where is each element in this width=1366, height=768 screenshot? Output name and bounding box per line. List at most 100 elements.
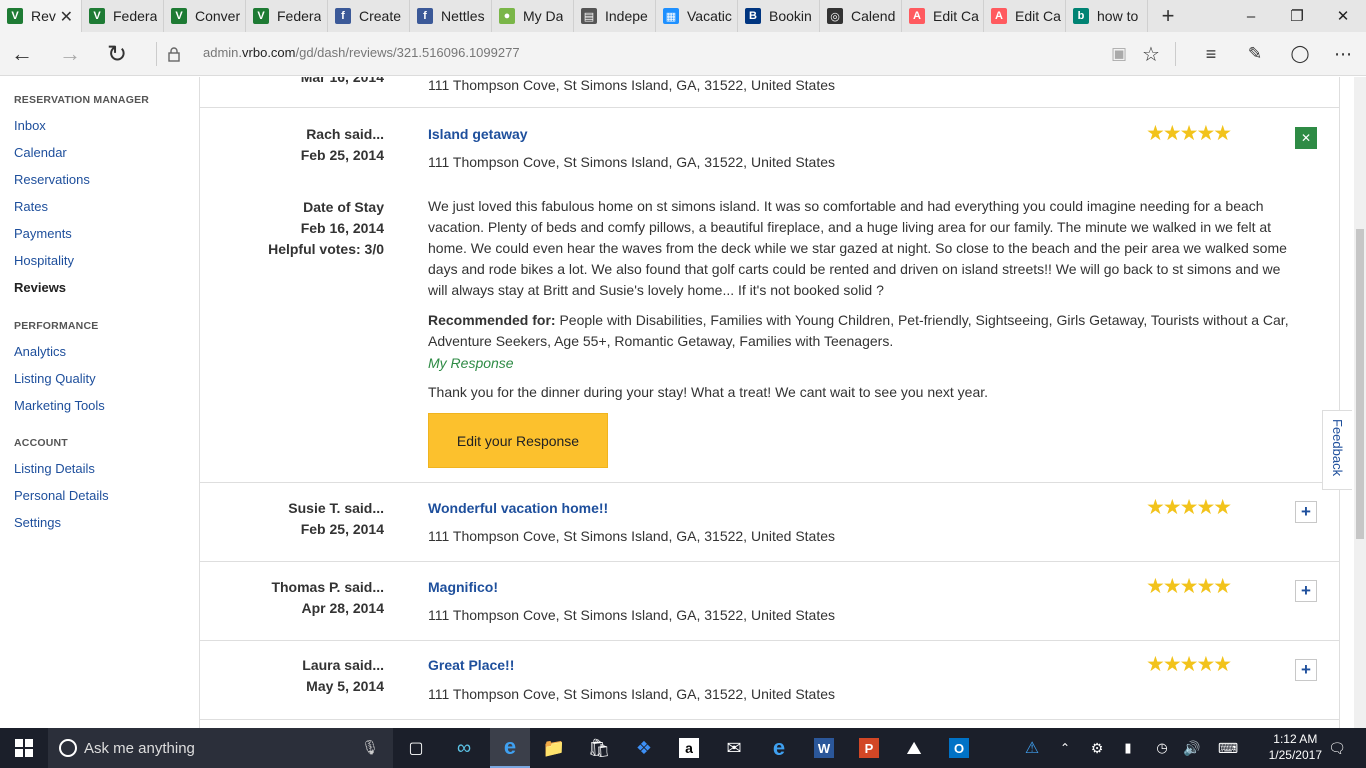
sidebar-item-settings[interactable]: Settings	[14, 515, 61, 530]
store-icon[interactable]: 🛍	[581, 728, 617, 768]
browser-tab[interactable]: A Edit Ca	[984, 0, 1066, 32]
powerpoint-icon[interactable]: P	[851, 728, 887, 768]
browser-tab[interactable]: B Bookin	[738, 0, 820, 32]
helpful-votes: Helpful votes: 3/0	[268, 241, 384, 257]
browser-tab[interactable]: f Nettles	[410, 0, 492, 32]
show-hidden-icons-icon[interactable]: ⌃	[1054, 728, 1076, 768]
minimize-button[interactable]: –	[1228, 0, 1274, 32]
url-path: /gd/dash/reviews/321.516096.1099277	[295, 45, 520, 60]
browser-tab[interactable]: ● My Da	[492, 0, 574, 32]
task-view-icon[interactable]: ▢	[398, 728, 434, 768]
page-scrollbar[interactable]	[1354, 77, 1366, 728]
date-of-stay-label: Date of Stay	[303, 199, 384, 215]
forward-icon[interactable]: →	[56, 40, 84, 68]
back-icon[interactable]: ←	[8, 40, 36, 68]
sidebar-item-analytics[interactable]: Analytics	[14, 344, 66, 359]
sidebar-item-listing-quality[interactable]: Listing Quality	[14, 371, 96, 386]
browser-tab[interactable]: A Edit Ca	[902, 0, 984, 32]
microphone-icon[interactable]: 🎙	[361, 739, 379, 756]
divider	[1175, 42, 1176, 66]
expand-button[interactable]: +	[1295, 501, 1317, 523]
sidebar-item-listing-details[interactable]: Listing Details	[14, 461, 95, 476]
close-tab-icon[interactable]: ✕	[60, 7, 73, 27]
sidebar-item-reviews[interactable]: Reviews	[14, 280, 66, 295]
hub-icon[interactable]: ≡	[1197, 40, 1225, 68]
amazon-icon[interactable]: a	[671, 728, 707, 768]
edit-response-button[interactable]: Edit your Response	[428, 413, 608, 468]
wifi-icon[interactable]: ◷	[1150, 728, 1174, 768]
restore-button[interactable]: ❐	[1274, 0, 1320, 32]
divider	[156, 42, 157, 66]
update-warning-icon[interactable]: ⚠	[1016, 728, 1048, 768]
refresh-icon[interactable]: ↻	[103, 40, 131, 68]
infinity-app-icon[interactable]: ∞	[446, 728, 482, 768]
feedback-tab[interactable]: Feedback	[1322, 410, 1352, 490]
sidebar-item-personal-details[interactable]: Personal Details	[14, 488, 109, 503]
internet-explorer-icon[interactable]: e	[761, 728, 797, 768]
recommended-for: Recommended for: People with Disabilitie…	[428, 310, 1298, 352]
expand-button[interactable]: +	[1295, 580, 1317, 602]
keyboard-icon[interactable]: ⌨	[1214, 728, 1242, 768]
sidebar-item-hospitality[interactable]: Hospitality	[14, 253, 74, 268]
review-title[interactable]: Island getaway	[428, 126, 528, 142]
browser-tab[interactable]: ◎ Calend	[820, 0, 902, 32]
photos-icon[interactable]: ⛰	[896, 728, 932, 768]
edge-browser-icon[interactable]: e	[490, 728, 530, 768]
divider	[200, 640, 1339, 641]
vrbo-icon: V	[89, 8, 105, 24]
sidebar-item-calendar[interactable]: Calendar	[14, 145, 67, 160]
tab-title: Indepe	[605, 8, 648, 24]
new-tab-button[interactable]: +	[1148, 0, 1188, 32]
dropbox-icon[interactable]: ❖	[626, 728, 662, 768]
browser-tab[interactable]: b how to	[1066, 0, 1148, 32]
browser-tab[interactable]: V Federa	[82, 0, 164, 32]
sidebar-item-rates[interactable]: Rates	[14, 199, 48, 214]
scrollbar-thumb[interactable]	[1356, 229, 1364, 539]
sidebar-item-reservations[interactable]: Reservations	[14, 172, 90, 187]
divider	[200, 482, 1339, 483]
browser-tab[interactable]: ▤ Indepe	[574, 0, 656, 32]
sidebar-item-payments[interactable]: Payments	[14, 226, 72, 241]
file-explorer-icon[interactable]: 📁	[536, 728, 572, 768]
reading-view-icon[interactable]: ▣	[1105, 40, 1133, 68]
system-clock[interactable]: 1:12 AM 1/25/2017	[1269, 731, 1322, 763]
facebook-icon: f	[335, 8, 351, 24]
gear-icon[interactable]: ⚙	[1085, 728, 1109, 768]
address-bar[interactable]: admin.vrbo.com/gd/dash/reviews/321.51609…	[203, 45, 520, 60]
share-icon[interactable]: ◯	[1286, 40, 1314, 68]
date-of-stay: Feb 16, 2014	[300, 220, 384, 236]
browser-tab[interactable]: V Federa	[246, 0, 328, 32]
section-reservation-manager: RESERVATION MANAGER	[14, 94, 150, 106]
browser-tab[interactable]: ▦ Vacatic	[656, 0, 738, 32]
reviewer-name: Laura said...	[302, 657, 384, 673]
notifications-icon[interactable]: 🗨	[1322, 728, 1352, 768]
web-note-icon[interactable]: ✎	[1241, 40, 1269, 68]
volume-icon[interactable]: 🔊	[1180, 728, 1204, 768]
sidebar-item-marketing-tools[interactable]: Marketing Tools	[14, 398, 105, 413]
sidebar-item-inbox[interactable]: Inbox	[14, 118, 46, 133]
expand-button[interactable]: +	[1295, 659, 1317, 681]
windows-start-icon[interactable]	[0, 728, 48, 768]
browser-tab[interactable]: V Conver	[164, 0, 246, 32]
divider	[200, 107, 1339, 108]
section-performance: PERFORMANCE	[14, 320, 99, 332]
review-title[interactable]: Great Place!!	[428, 657, 514, 673]
bing-icon: b	[1073, 8, 1089, 24]
review-date: Mar 16, 2014	[300, 77, 384, 85]
close-window-button[interactable]: ✕	[1320, 0, 1366, 32]
my-response-label: My Response	[428, 355, 514, 371]
more-icon[interactable]: ⋯	[1329, 40, 1357, 68]
mail-icon[interactable]: ✉	[716, 728, 752, 768]
favorite-star-icon[interactable]: ☆	[1137, 40, 1165, 68]
collapse-button[interactable]: ✕	[1295, 127, 1317, 149]
review-title[interactable]: Magnifico!	[428, 579, 498, 595]
browser-tab[interactable]: f Create	[328, 0, 410, 32]
browser-tab[interactable]: V Rev ✕	[0, 0, 82, 32]
review-date: Feb 25, 2014	[300, 521, 384, 537]
tab-bar: V Rev ✕ V Federa V Conver V Federa f Create f Nettle…	[0, 0, 1366, 32]
outlook-icon[interactable]: O	[941, 728, 977, 768]
battery-icon[interactable]: ▮	[1116, 728, 1140, 768]
taskbar-search-input[interactable]: Ask me anything 🎙	[48, 728, 393, 768]
review-title[interactable]: Wonderful vacation home!!	[428, 500, 608, 516]
word-icon[interactable]: W	[806, 728, 842, 768]
